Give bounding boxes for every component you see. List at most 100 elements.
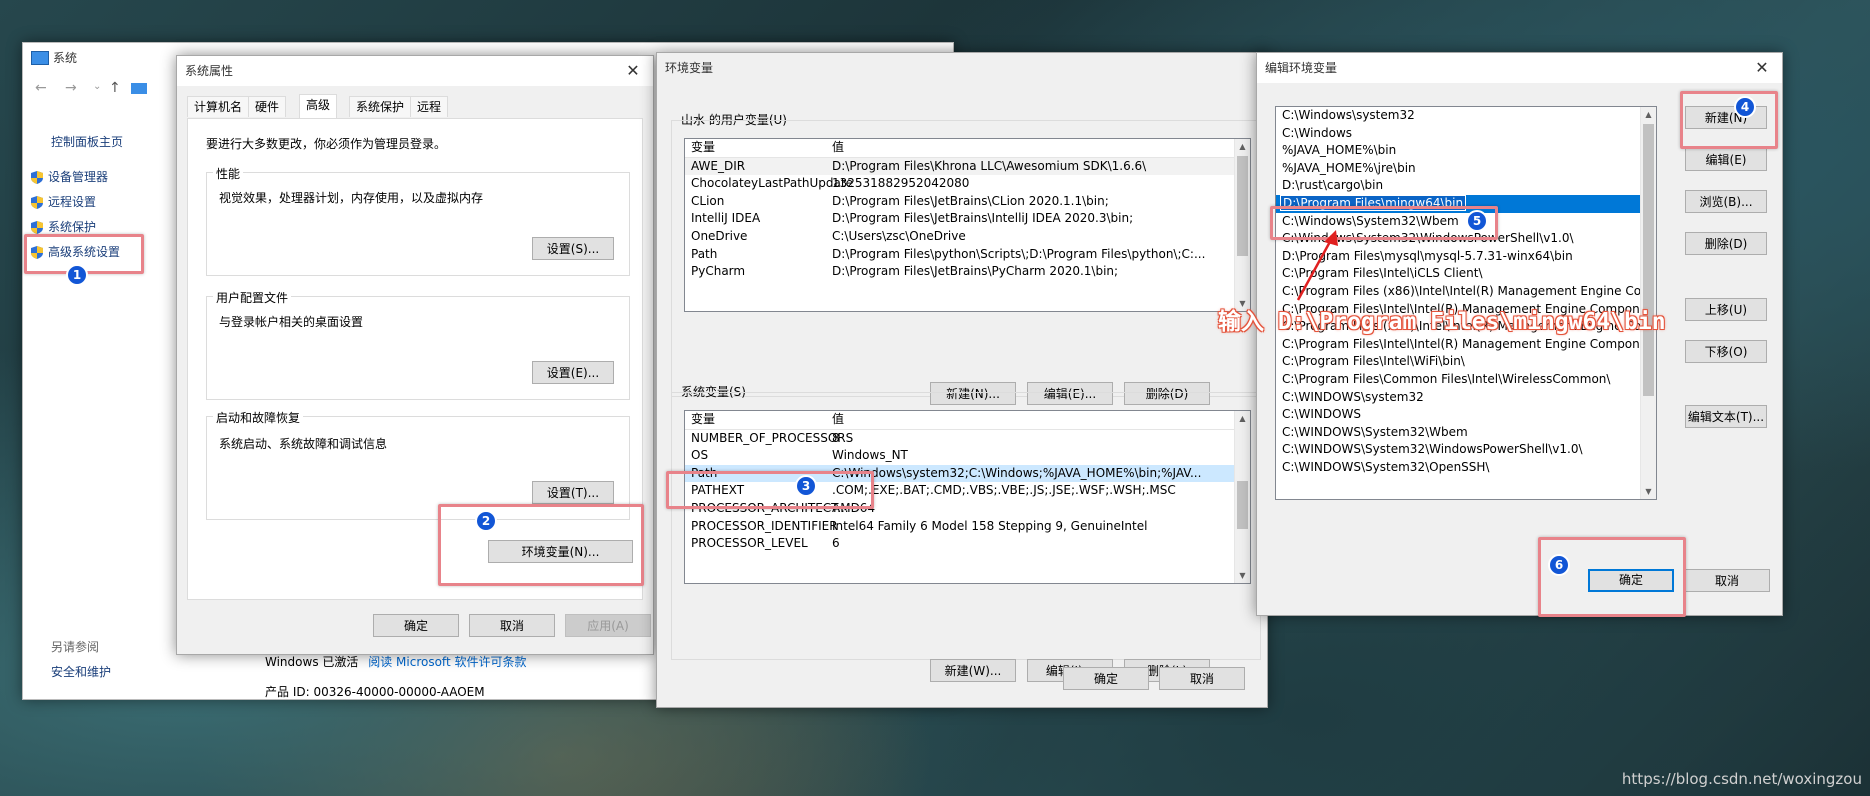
list-item[interactable]: D:\rust\cargo\bin (1276, 177, 1656, 195)
edit-entry-button[interactable]: 编辑(E) (1685, 148, 1767, 171)
table-row[interactable]: OneDrive C:\Users\zsc\OneDrive (685, 228, 1250, 246)
step-badge-6: 6 (1548, 554, 1570, 576)
list-item[interactable]: C:\Program Files\Common Files\Intel\Wire… (1276, 371, 1656, 389)
performance-group: 性能 视觉效果，处理器计划，内存使用，以及虚拟内存 设置(S)... (206, 165, 630, 276)
list-item[interactable]: C:\Program Files\Intel\Intel(R) Manageme… (1276, 336, 1656, 354)
scroll-thumb[interactable] (1643, 124, 1654, 396)
nav-device-manager[interactable]: 设备管理器 (31, 168, 108, 185)
table-row[interactable]: CLion D:\Program Files\JetBrains\CLion 20… (685, 193, 1250, 211)
highlight-box-2 (438, 504, 644, 586)
list-item[interactable]: %JAVA_HOME%\bin (1276, 142, 1656, 160)
system-new-button[interactable]: 新建(W)... (930, 659, 1016, 682)
user-vars-list[interactable]: 变量值 AWE_DIR D:\Program Files\Khrona LLC\A… (684, 138, 1251, 312)
user-vars-scrollbar[interactable]: ▲ ▼ (1234, 139, 1250, 311)
cancel-button[interactable]: 取消 (469, 614, 555, 637)
step-badge-5: 5 (1466, 210, 1488, 232)
list-header: 变量值 (685, 411, 1250, 430)
shield-icon (31, 221, 43, 234)
highlight-box-3 (666, 471, 874, 509)
nav-control-panel-home[interactable]: 控制面板主页 (51, 133, 123, 150)
list-item[interactable]: %JAVA_HOME%\jre\bin (1276, 160, 1656, 178)
edit-env-title: 编辑环境变量 (1257, 53, 1782, 83)
performance-label: 性能 (213, 165, 244, 182)
tab-computer-name[interactable]: 计算机名 (187, 96, 250, 117)
nav-remote-settings[interactable]: 远程设置 (31, 193, 96, 210)
list-item[interactable]: C:\Program Files\Intel\WiFi\bin\ (1276, 353, 1656, 371)
table-row[interactable]: Path D:\Program Files\python\Scripts\;D:\… (685, 246, 1250, 264)
scroll-down-icon[interactable]: ▼ (1235, 568, 1250, 583)
move-up-button[interactable]: 上移(U) (1685, 298, 1767, 321)
startup-recovery-settings-button[interactable]: 设置(T)... (532, 481, 614, 504)
system-icon (31, 51, 49, 65)
forward-arrow-icon[interactable]: → (65, 80, 77, 96)
computer-icon (131, 83, 147, 94)
table-row[interactable]: OS Windows_NT (685, 447, 1250, 465)
nav-system-protection[interactable]: 系统保护 (31, 218, 96, 235)
close-icon[interactable]: ✕ (613, 56, 653, 86)
list-item[interactable]: C:\WINDOWS (1276, 406, 1656, 424)
tab-advanced[interactable]: 高级 (299, 94, 338, 118)
table-row[interactable]: NUMBER_OF_PROCESSORS 8 (685, 430, 1250, 448)
table-row[interactable]: PROCESSOR_IDENTIFIER Intel64 Family 6 Mod… (685, 518, 1250, 536)
scroll-thumb[interactable] (1237, 481, 1248, 529)
system-vars-section: 系统变量(S) 变量值 NUMBER_OF_PROCESSORS 8 OS Wind… (671, 383, 1261, 683)
tab-hardware[interactable]: 硬件 (248, 96, 287, 117)
user-profiles-settings-button[interactable]: 设置(E)... (532, 361, 614, 384)
edit-cancel-button[interactable]: 取消 (1684, 569, 1770, 592)
step-badge-3: 3 (795, 475, 817, 497)
scroll-up-icon[interactable]: ▲ (1235, 411, 1250, 426)
edit-text-button[interactable]: 编辑文本(T)... (1685, 405, 1767, 428)
env-ok-button[interactable]: 确定 (1063, 667, 1149, 690)
annotation-text: 输入 D:\Program Files\mingw64\bin (1218, 309, 1666, 335)
environment-variables-dialog: 环境变量 山水 的用户变量(U) 变量值 AWE_DIR D:\Program F… (656, 52, 1268, 708)
list-item[interactable]: C:\WINDOWS\System32\WindowsPowerShell\v1… (1276, 441, 1656, 459)
system-vars-scrollbar[interactable]: ▲ ▼ (1234, 411, 1250, 583)
list-item[interactable]: C:\WINDOWS\System32\Wbem (1276, 424, 1656, 442)
startup-recovery-desc: 系统启动、系统故障和调试信息 (219, 437, 388, 451)
step-badge-4: 4 (1734, 96, 1756, 118)
shield-icon (31, 171, 43, 184)
user-profiles-group: 用户配置文件 与登录帐户相关的桌面设置 设置(E)... (206, 289, 630, 400)
move-down-button[interactable]: 下移(O) (1685, 340, 1767, 363)
list-item[interactable]: C:\Windows\system32 (1276, 107, 1656, 125)
system-properties-title: 系统属性 (177, 56, 653, 86)
tab-strip: 计算机名 硬件 高级 系统保护 远程 (187, 94, 627, 118)
table-row[interactable]: IntelliJ IDEA D:\Program Files\JetBrains\… (685, 210, 1250, 228)
nav-bar: ← → ⌄ ↑ (23, 75, 183, 103)
scroll-up-icon[interactable]: ▲ (1641, 107, 1656, 122)
table-row[interactable]: AWE_DIR D:\Program Files\Khrona LLC\Aweso… (685, 157, 1250, 176)
up-arrow-icon[interactable]: ↑ (109, 80, 121, 96)
environment-variables-title: 环境变量 (665, 61, 714, 75)
annotation-arrow-icon (1296, 230, 1338, 301)
back-arrow-icon[interactable]: ← (35, 80, 47, 96)
activation-status: Windows 已激活 阅读 Microsoft 软件许可条款 (265, 655, 527, 669)
table-row[interactable]: PyCharm D:\Program Files\JetBrains\PyChar… (685, 263, 1250, 281)
list-header: 变量值 (685, 139, 1250, 158)
performance-desc: 视觉效果，处理器计划，内存使用，以及虚拟内存 (219, 191, 484, 205)
env-cancel-button[interactable]: 取消 (1159, 667, 1245, 690)
delete-entry-button[interactable]: 删除(D) (1685, 232, 1767, 255)
browse-button[interactable]: 浏览(B)... (1685, 190, 1767, 213)
chevron-down-icon[interactable]: ⌄ (93, 81, 101, 92)
apply-button[interactable]: 应用(A) (565, 614, 651, 637)
license-link[interactable]: 阅读 Microsoft 软件许可条款 (368, 655, 526, 669)
tab-system-protection[interactable]: 系统保护 (349, 96, 412, 117)
performance-settings-button[interactable]: 设置(S)... (532, 237, 614, 260)
highlight-box-6 (1538, 537, 1686, 617)
user-profiles-label: 用户配置文件 (213, 289, 292, 306)
security-maintenance-link[interactable]: 安全和维护 (51, 663, 111, 680)
scroll-thumb[interactable] (1237, 156, 1248, 256)
table-row[interactable]: ChocolateyLastPathUpdate 1325318829520420… (685, 175, 1250, 193)
shield-icon (31, 196, 43, 209)
list-item[interactable]: C:\WINDOWS\System32\OpenSSH\ (1276, 459, 1656, 477)
list-item[interactable]: C:\WINDOWS\system32 (1276, 389, 1656, 407)
tab-remote[interactable]: 远程 (410, 96, 449, 117)
close-icon[interactable]: ✕ (1742, 53, 1782, 83)
list-item[interactable]: C:\Windows (1276, 125, 1656, 143)
scroll-up-icon[interactable]: ▲ (1235, 139, 1250, 154)
table-row[interactable]: PROCESSOR_LEVEL 6 (685, 535, 1250, 553)
product-id: 产品 ID: 00326-40000-00000-AAOEM (265, 685, 485, 699)
ok-button[interactable]: 确定 (373, 614, 459, 637)
scroll-down-icon[interactable]: ▼ (1641, 484, 1656, 499)
startup-recovery-label: 启动和故障恢复 (213, 409, 304, 426)
